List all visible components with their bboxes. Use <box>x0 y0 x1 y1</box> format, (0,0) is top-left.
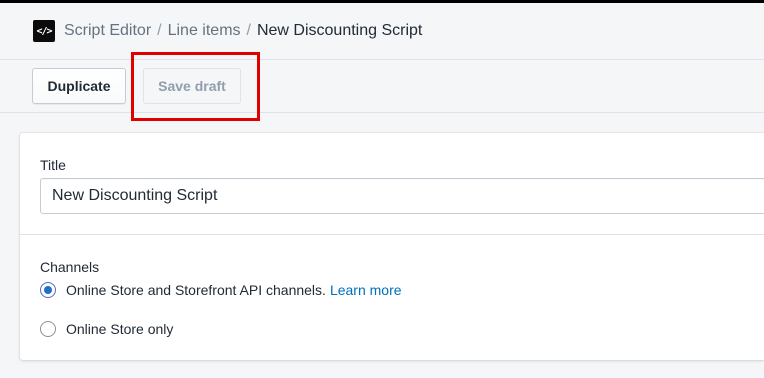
breadcrumb-separator: / <box>157 22 162 39</box>
page-title: New Discounting Script <box>256 22 423 39</box>
title-label: Title <box>40 157 66 173</box>
script-settings-card: Title Channels Online Store and Storefro… <box>20 133 764 360</box>
learn-more-link[interactable]: Learn more <box>330 282 402 298</box>
channel-option-label: Online Store and Storefront API channels… <box>66 282 326 298</box>
section-divider <box>20 234 764 235</box>
channels-label: Channels <box>40 259 100 275</box>
channel-option-online-store-only[interactable]: Online Store only <box>40 321 173 337</box>
duplicate-button[interactable]: Duplicate <box>32 68 126 104</box>
code-icon: </> <box>33 20 55 42</box>
save-draft-button[interactable]: Save draft <box>143 68 241 104</box>
channel-option-online-store-and-storefront[interactable]: Online Store and Storefront API channels… <box>40 282 402 298</box>
radio-button-selected[interactable] <box>40 282 56 298</box>
breadcrumb-separator: / <box>246 22 251 39</box>
breadcrumb-line-items[interactable]: Line items <box>168 22 241 40</box>
breadcrumb-script-editor[interactable]: Script Editor <box>64 22 151 40</box>
action-toolbar: Duplicate Save draft <box>0 61 764 113</box>
page-header: </> Script Editor / Line items / New Dis… <box>0 3 764 60</box>
radio-button[interactable] <box>40 321 56 337</box>
channel-option-label: Online Store only <box>66 321 174 337</box>
title-input[interactable] <box>40 178 764 214</box>
